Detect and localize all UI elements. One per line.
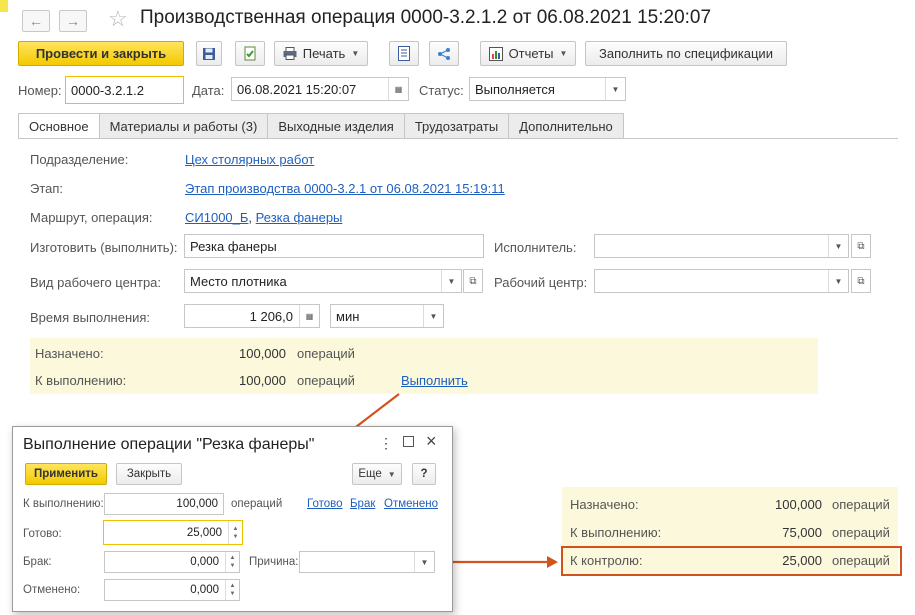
dialog-todo-value: 100,000 [176, 498, 218, 510]
done-input[interactable]: 25,000 ▲ ▼ [103, 520, 243, 545]
summary-todo-value: 75,000 [782, 525, 822, 540]
dialog-todo-field: 100,000 [104, 493, 224, 515]
control-highlight-frame [561, 546, 902, 576]
summary-assigned-label: Назначено: [570, 497, 639, 512]
reason-label: Причина: [249, 556, 299, 568]
dialog-todo-unit: операций [231, 498, 283, 510]
close-label: Закрыть [126, 468, 172, 480]
apply-label: Применить [34, 468, 98, 480]
summary-todo-unit: операций [832, 525, 890, 540]
defect-value: 0,000 [190, 556, 219, 568]
cancelled-input[interactable]: 0,000 ▲ ▼ [104, 579, 240, 601]
stepper-icon[interactable]: ▲ ▼ [225, 552, 239, 572]
defect-label: Брак: [23, 556, 52, 568]
dialog-title: Выполнение операции "Резка фанеры" [23, 436, 315, 453]
stepper-icon[interactable]: ▲ ▼ [228, 521, 242, 544]
apply-button[interactable]: Применить [25, 463, 107, 485]
done-label: Готово: [23, 528, 62, 540]
summary-assigned-unit: операций [832, 497, 890, 512]
fill-defect-link[interactable]: Брак [350, 498, 375, 510]
cancelled-label: Отменено: [23, 584, 81, 596]
arrow-head-summary [547, 556, 558, 568]
more-label: Еще [358, 468, 382, 480]
done-value: 25,000 [186, 526, 222, 539]
summary-todo-label: К выполнению: [570, 525, 662, 540]
dialog-todo-label: К выполнению: [23, 498, 104, 510]
help-label: ? [420, 468, 428, 480]
close-icon[interactable]: × [426, 431, 437, 452]
close-button[interactable]: Закрыть [116, 463, 182, 485]
fill-done-link[interactable]: Готово [307, 498, 343, 510]
execute-operation-dialog: Выполнение операции "Резка фанеры" ⋮ × П… [12, 426, 453, 612]
chevron-down-icon[interactable]: ▼ [414, 552, 434, 572]
maximize-icon[interactable] [403, 436, 414, 447]
reason-select[interactable]: ▼ [299, 551, 435, 573]
more-button[interactable]: Еще ▼ [352, 463, 402, 485]
help-button[interactable]: ? [412, 463, 436, 485]
more-vertical-icon[interactable]: ⋮ [379, 435, 393, 452]
stepper-icon[interactable]: ▲ ▼ [225, 580, 239, 600]
chevron-down-icon: ▼ [387, 469, 396, 479]
defect-input[interactable]: 0,000 ▲ ▼ [104, 551, 240, 573]
summary-assigned-value: 100,000 [775, 497, 822, 512]
cancelled-value: 0,000 [190, 584, 219, 596]
fill-cancelled-link[interactable]: Отменено [384, 498, 438, 510]
